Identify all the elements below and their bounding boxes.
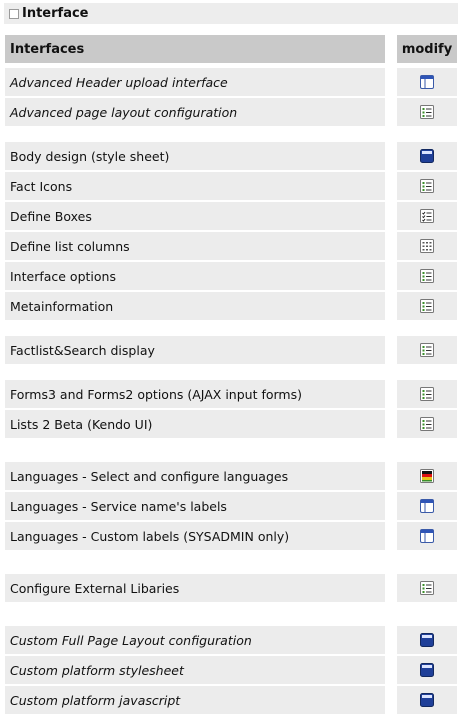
modify-button[interactable]	[397, 172, 457, 200]
list-config-icon[interactable]	[419, 268, 435, 284]
modify-button[interactable]	[397, 410, 457, 438]
modify-button[interactable]	[397, 142, 457, 170]
column-header-interfaces: Interfaces	[5, 35, 385, 63]
table-row: Languages - Custom labels (SYSADMIN only…	[5, 522, 457, 550]
list-config-icon[interactable]	[419, 416, 435, 432]
table-row: Advanced Header upload interface	[5, 68, 457, 96]
modify-button[interactable]	[397, 522, 457, 550]
list-config-icon[interactable]	[419, 178, 435, 194]
row-label: Configure External Libaries	[5, 574, 385, 602]
table-row: Define Boxes	[5, 202, 457, 230]
row-label: Factlist&Search display	[5, 336, 385, 364]
section-title: Interface	[22, 6, 89, 21]
row-label: Define Boxes	[5, 202, 385, 230]
table-row: Custom platform stylesheet	[5, 656, 457, 684]
list-config-icon[interactable]	[419, 580, 435, 596]
row-label: Define list columns	[5, 232, 385, 260]
row-label: Custom platform stylesheet	[5, 656, 385, 684]
table-row: Languages - Service name's labels	[5, 492, 457, 520]
table-row: Fact Icons	[5, 172, 457, 200]
list-config-icon[interactable]	[419, 104, 435, 120]
modify-button[interactable]	[397, 656, 457, 684]
table-row: Define list columns	[5, 232, 457, 260]
modify-button[interactable]	[397, 462, 457, 490]
list-config-icon[interactable]	[419, 342, 435, 358]
table-row: Custom platform javascript	[5, 686, 457, 714]
table-row: Factlist&Search display	[5, 336, 457, 364]
table-row: Advanced page layout configuration	[5, 98, 457, 126]
table-row: Custom Full Page Layout configuration	[5, 626, 457, 654]
stylesheet-icon[interactable]	[419, 692, 435, 708]
column-header-modify: modify	[397, 35, 457, 63]
row-label: Custom platform javascript	[5, 686, 385, 714]
modify-button[interactable]	[397, 336, 457, 364]
window-header-icon[interactable]	[419, 74, 435, 90]
modify-button[interactable]	[397, 202, 457, 230]
list-config-icon[interactable]	[419, 386, 435, 402]
modify-button[interactable]	[397, 68, 457, 96]
stylesheet-icon[interactable]	[419, 632, 435, 648]
table-row: Lists 2 Beta (Kendo UI)	[5, 410, 457, 438]
row-label: Body design (style sheet)	[5, 142, 385, 170]
modify-button[interactable]	[397, 686, 457, 714]
row-label: Forms3 and Forms2 options (AJAX input fo…	[5, 380, 385, 408]
table-row: Forms3 and Forms2 options (AJAX input fo…	[5, 380, 457, 408]
row-label: Fact Icons	[5, 172, 385, 200]
modify-button[interactable]	[397, 98, 457, 126]
table-row: Metainformation	[5, 292, 457, 320]
row-label: Languages - Select and configure languag…	[5, 462, 385, 490]
list-config-icon[interactable]	[419, 298, 435, 314]
row-label: Advanced page layout configuration	[5, 98, 385, 126]
modify-button[interactable]	[397, 626, 457, 654]
modify-button[interactable]	[397, 380, 457, 408]
row-label: Custom Full Page Layout configuration	[5, 626, 385, 654]
stylesheet-icon[interactable]	[419, 148, 435, 164]
modify-button[interactable]	[397, 232, 457, 260]
row-label: Metainformation	[5, 292, 385, 320]
row-label: Advanced Header upload interface	[5, 68, 385, 96]
modify-button[interactable]	[397, 262, 457, 290]
table-row: Body design (style sheet)	[5, 142, 457, 170]
table-row: Configure External Libaries	[5, 574, 457, 602]
stylesheet-icon[interactable]	[419, 662, 435, 678]
table-header-row: Interfaces modify	[5, 35, 457, 63]
window-header-icon[interactable]	[419, 498, 435, 514]
section-header[interactable]: Interface	[4, 3, 458, 24]
modify-button[interactable]	[397, 492, 457, 520]
row-label: Lists 2 Beta (Kendo UI)	[5, 410, 385, 438]
row-label: Languages - Custom labels (SYSADMIN only…	[5, 522, 385, 550]
modify-button[interactable]	[397, 292, 457, 320]
modify-button[interactable]	[397, 574, 457, 602]
window-header-icon[interactable]	[419, 528, 435, 544]
row-label: Languages - Service name's labels	[5, 492, 385, 520]
flag-icon[interactable]	[419, 468, 435, 484]
collapse-toggle-icon[interactable]	[9, 8, 19, 19]
row-label: Interface options	[5, 262, 385, 290]
table-columns-icon[interactable]	[419, 238, 435, 254]
table-row: Interface options	[5, 262, 457, 290]
checklist-icon[interactable]	[419, 208, 435, 224]
table-row: Languages - Select and configure languag…	[5, 462, 457, 490]
